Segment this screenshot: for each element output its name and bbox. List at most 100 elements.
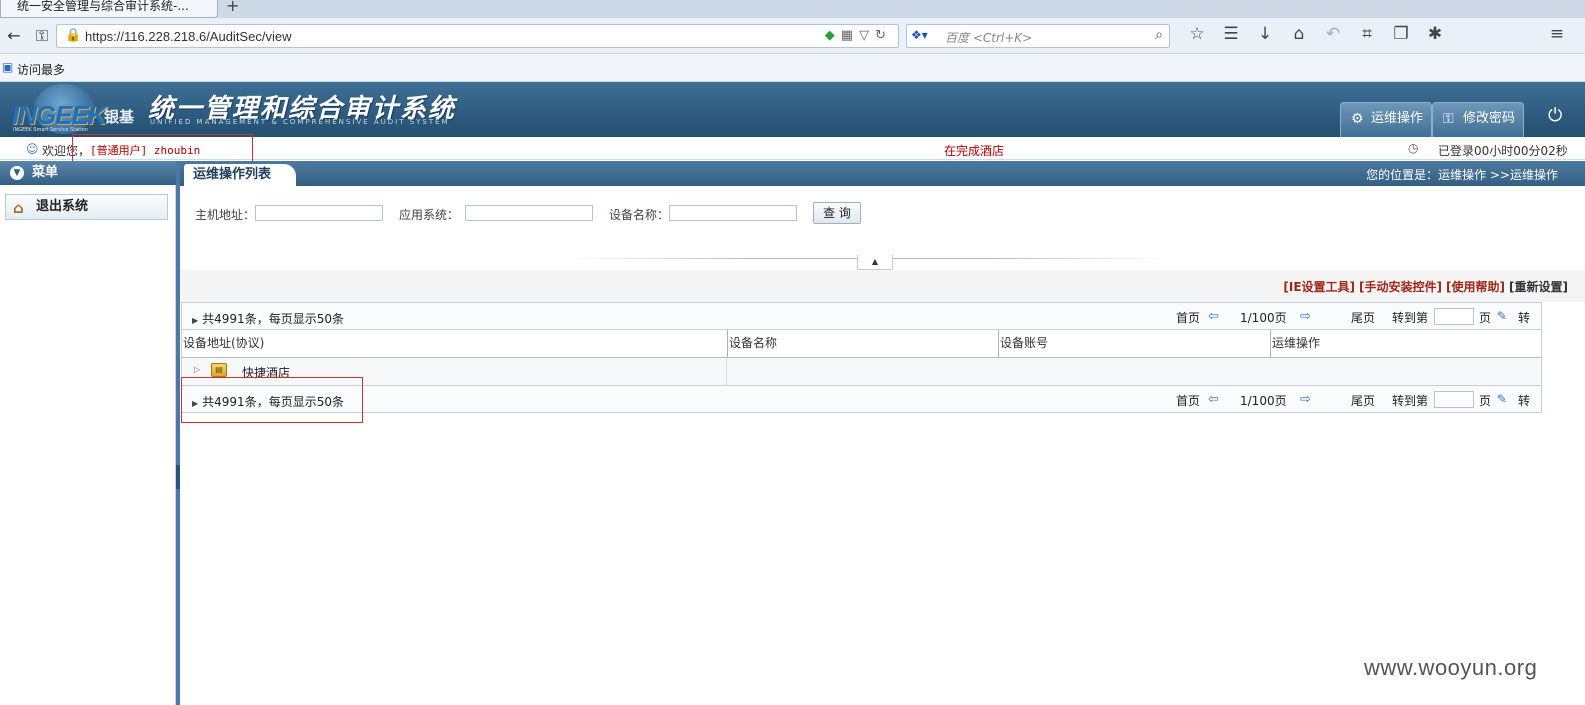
header-tab-ops-label: 运维操作 <box>1371 111 1424 126</box>
go-edit-icon[interactable]: ✎ <box>1497 392 1507 406</box>
host-input[interactable] <box>255 205 383 221</box>
pager-info: ▶ 共4991条，每页显示50条 <box>192 310 344 327</box>
page-indicator: 1/100页 <box>1240 311 1287 325</box>
page-unit-label: 页 <box>1479 394 1492 408</box>
next-page-icon[interactable]: ⇨ <box>1300 309 1311 324</box>
sidebar-header[interactable]: ▼ 菜单 <box>0 161 176 185</box>
go-edit-icon[interactable]: ✎ <box>1497 309 1507 323</box>
qr-icon[interactable]: ▦ <box>841 28 859 43</box>
breadcrumb: 您的位置是：运维操作 >>运维操作 <box>1366 168 1558 182</box>
table-header: 设备地址(协议) 设备名称 设备账号 运维操作 <box>182 330 1541 358</box>
main-tabbar: 运维操作列表 您的位置是：运维操作 >>运维操作 <box>180 161 1585 186</box>
sidebar-title: 菜单 <box>32 165 59 180</box>
first-page-link[interactable]: 首页 <box>1176 309 1200 326</box>
device-input[interactable] <box>669 205 797 221</box>
col-header-operation[interactable]: 运维操作 <box>1270 330 1541 358</box>
header-tab-ops[interactable]: ⚙ 运维操作 <box>1340 102 1432 137</box>
next-page-icon[interactable]: ⇨ <box>1300 392 1311 407</box>
download-icon[interactable]: ↓ <box>1248 24 1282 44</box>
query-button[interactable]: 查 询 <box>813 202 861 224</box>
power-icon[interactable]: ⏻ <box>1548 105 1562 126</box>
undo-icon[interactable]: ↶ <box>1316 24 1350 44</box>
prev-page-icon[interactable]: ⇦ <box>1208 309 1219 324</box>
expand-icon[interactable]: ▷ <box>194 365 200 374</box>
ie-settings-link[interactable]: [IE设置工具] <box>1283 280 1355 294</box>
key-icon: ⚿ <box>1443 111 1454 127</box>
url-text[interactable]: https://116.228.218.6/AuditSec/view <box>85 29 291 44</box>
logo-cn: 银基 <box>104 108 135 126</box>
table-row[interactable]: ▷ ▤ 快捷酒店 <box>182 358 1541 386</box>
bookmark-star-icon[interactable]: ☆ <box>1180 24 1214 44</box>
system-subtitle: UNIFIED MANAGEMENT & COMPREHENSIVE AUDIT… <box>150 118 450 126</box>
goto-label: 转到第 <box>1392 394 1429 408</box>
home-icon[interactable]: ⌂ <box>1282 24 1316 44</box>
url-bar[interactable]: 🔒 https://116.228.218.6/AuditSec/view ◆▦… <box>56 24 899 48</box>
watermark: www.wooyun.org <box>1364 655 1538 680</box>
folder-icon: ▤ <box>211 363 227 377</box>
logo-tagline: INGEEK Smart Service Station <box>13 127 88 133</box>
tool-links-strip: [IE设置工具] [手动安装控件] [使用帮助] [重新设置] <box>180 270 1585 302</box>
pager-controls: 首页 ⇦ 1/100页 ⇨ 尾页 转到第 页 ✎ 转 <box>1176 308 1536 327</box>
filter-panel: 主机地址： 应用系统： 设备名称： 查 询 ▲ <box>180 186 1585 270</box>
pager-controls: 首页 ⇦ 1/100页 ⇨ 尾页 转到第 页 ✎ 转 <box>1176 391 1536 410</box>
status-notice: 在完成酒店 <box>944 144 1005 158</box>
goto-page-input[interactable] <box>1434 308 1474 325</box>
highlight-box-user <box>72 134 253 162</box>
search-bar[interactable]: ❖▾ 百度 <Ctrl+K> ⌕ <box>906 24 1170 48</box>
device-label: 设备名称： <box>609 208 670 222</box>
triangle-right-icon: ▶ <box>192 316 199 325</box>
app-label: 应用系统： <box>399 208 460 222</box>
app-input[interactable] <box>465 205 593 221</box>
splitter-handle[interactable] <box>176 465 180 489</box>
page-icon[interactable]: ❐ <box>1384 24 1418 44</box>
collapse-toggle-icon[interactable]: ▲ <box>857 255 893 270</box>
goto-page-input[interactable] <box>1434 391 1474 408</box>
pager-top: ▶ 共4991条，每页显示50条 首页 ⇦ 1/100页 ⇨ 尾页 转到第 页 ✎… <box>181 302 1542 330</box>
app-header: INGEEK 银基 INGEEK Smart Service Station 统… <box>0 82 1585 137</box>
pager-info-text: 共4991条，每页显示50条 <box>202 312 344 326</box>
bookmark-most-visited[interactable]: 访问最多 <box>17 61 65 78</box>
menu-icon[interactable]: ≡ <box>1540 24 1574 44</box>
dropdown-icon[interactable]: ▽ <box>859 28 875 43</box>
last-page-link[interactable]: 尾页 <box>1351 309 1375 326</box>
tool-links: [IE设置工具] [手动安装控件] [使用帮助] [重新设置] <box>1279 278 1568 295</box>
col-header-device-name[interactable]: 设备名称 <box>727 330 998 358</box>
page-indicator: 1/100页 <box>1240 394 1287 408</box>
go-button[interactable]: 转 <box>1518 392 1530 409</box>
header-tab-password[interactable]: ⚿ 修改密码 <box>1432 102 1524 137</box>
browser-tab[interactable]: 统一安全管理与综合审计系统-... <box>0 0 218 18</box>
help-link[interactable]: [使用帮助] <box>1446 280 1505 294</box>
sidebar: ▼ 菜单 ⌂ 退出系统 <box>0 161 176 705</box>
host-label: 主机地址： <box>195 208 256 222</box>
reset-link[interactable]: [重新设置] <box>1509 280 1568 294</box>
logout-label: 退出系统 <box>36 199 89 214</box>
search-input[interactable]: 百度 <Ctrl+K> <box>945 29 1032 46</box>
install-control-link[interactable]: [手动安装控件] <box>1359 280 1442 294</box>
col-header-address[interactable]: 设备地址(协议) <box>182 330 727 358</box>
last-page-link[interactable]: 尾页 <box>1351 392 1375 409</box>
browser-toolbar: ☆ ☰ ↓ ⌂ ↶ ⌗ ❐ ✱ ≡ <box>1180 24 1564 48</box>
go-button[interactable]: 转 <box>1518 309 1530 326</box>
tab-ops-list[interactable]: 运维操作列表 <box>184 164 296 186</box>
shield-icon[interactable]: ◆ <box>825 28 841 43</box>
pager-bottom: ▶ 共4991条，每页显示50条 首页 ⇦ 1/100页 ⇨ 尾页 转到第 页 ✎… <box>181 385 1542 413</box>
search-icon[interactable]: ⌕ <box>1155 27 1163 43</box>
browser-tabbar: 统一安全管理与综合审计系统-... + <box>0 0 1585 18</box>
browser-navbar: ← ⚿ 🔒 https://116.228.218.6/AuditSec/vie… <box>0 18 1585 54</box>
col-header-account[interactable]: 设备账号 <box>998 330 1270 358</box>
baidu-icon[interactable]: ❖▾ <box>911 28 939 44</box>
prev-page-icon[interactable]: ⇦ <box>1208 392 1219 407</box>
crop-icon[interactable]: ⌗ <box>1350 24 1384 44</box>
back-icon[interactable]: ← <box>2 24 26 48</box>
reading-list-icon[interactable]: ☰ <box>1214 24 1248 44</box>
first-page-link[interactable]: 首页 <box>1176 392 1200 409</box>
login-time: 已登录00小时00分02秒 <box>1438 144 1568 158</box>
key-icon[interactable]: ⚿ <box>30 24 54 48</box>
header-tab-password-label: 修改密码 <box>1463 111 1516 126</box>
extension-icon[interactable]: ✱ <box>1418 24 1452 44</box>
logout-button[interactable]: ⌂ 退出系统 <box>5 194 168 220</box>
new-tab-button[interactable]: + <box>226 0 239 15</box>
gear-icon: ⚙ <box>1351 111 1364 127</box>
reload-icon[interactable]: ↻ <box>875 28 892 43</box>
url-actions: ◆▦▽↻ <box>825 28 892 43</box>
